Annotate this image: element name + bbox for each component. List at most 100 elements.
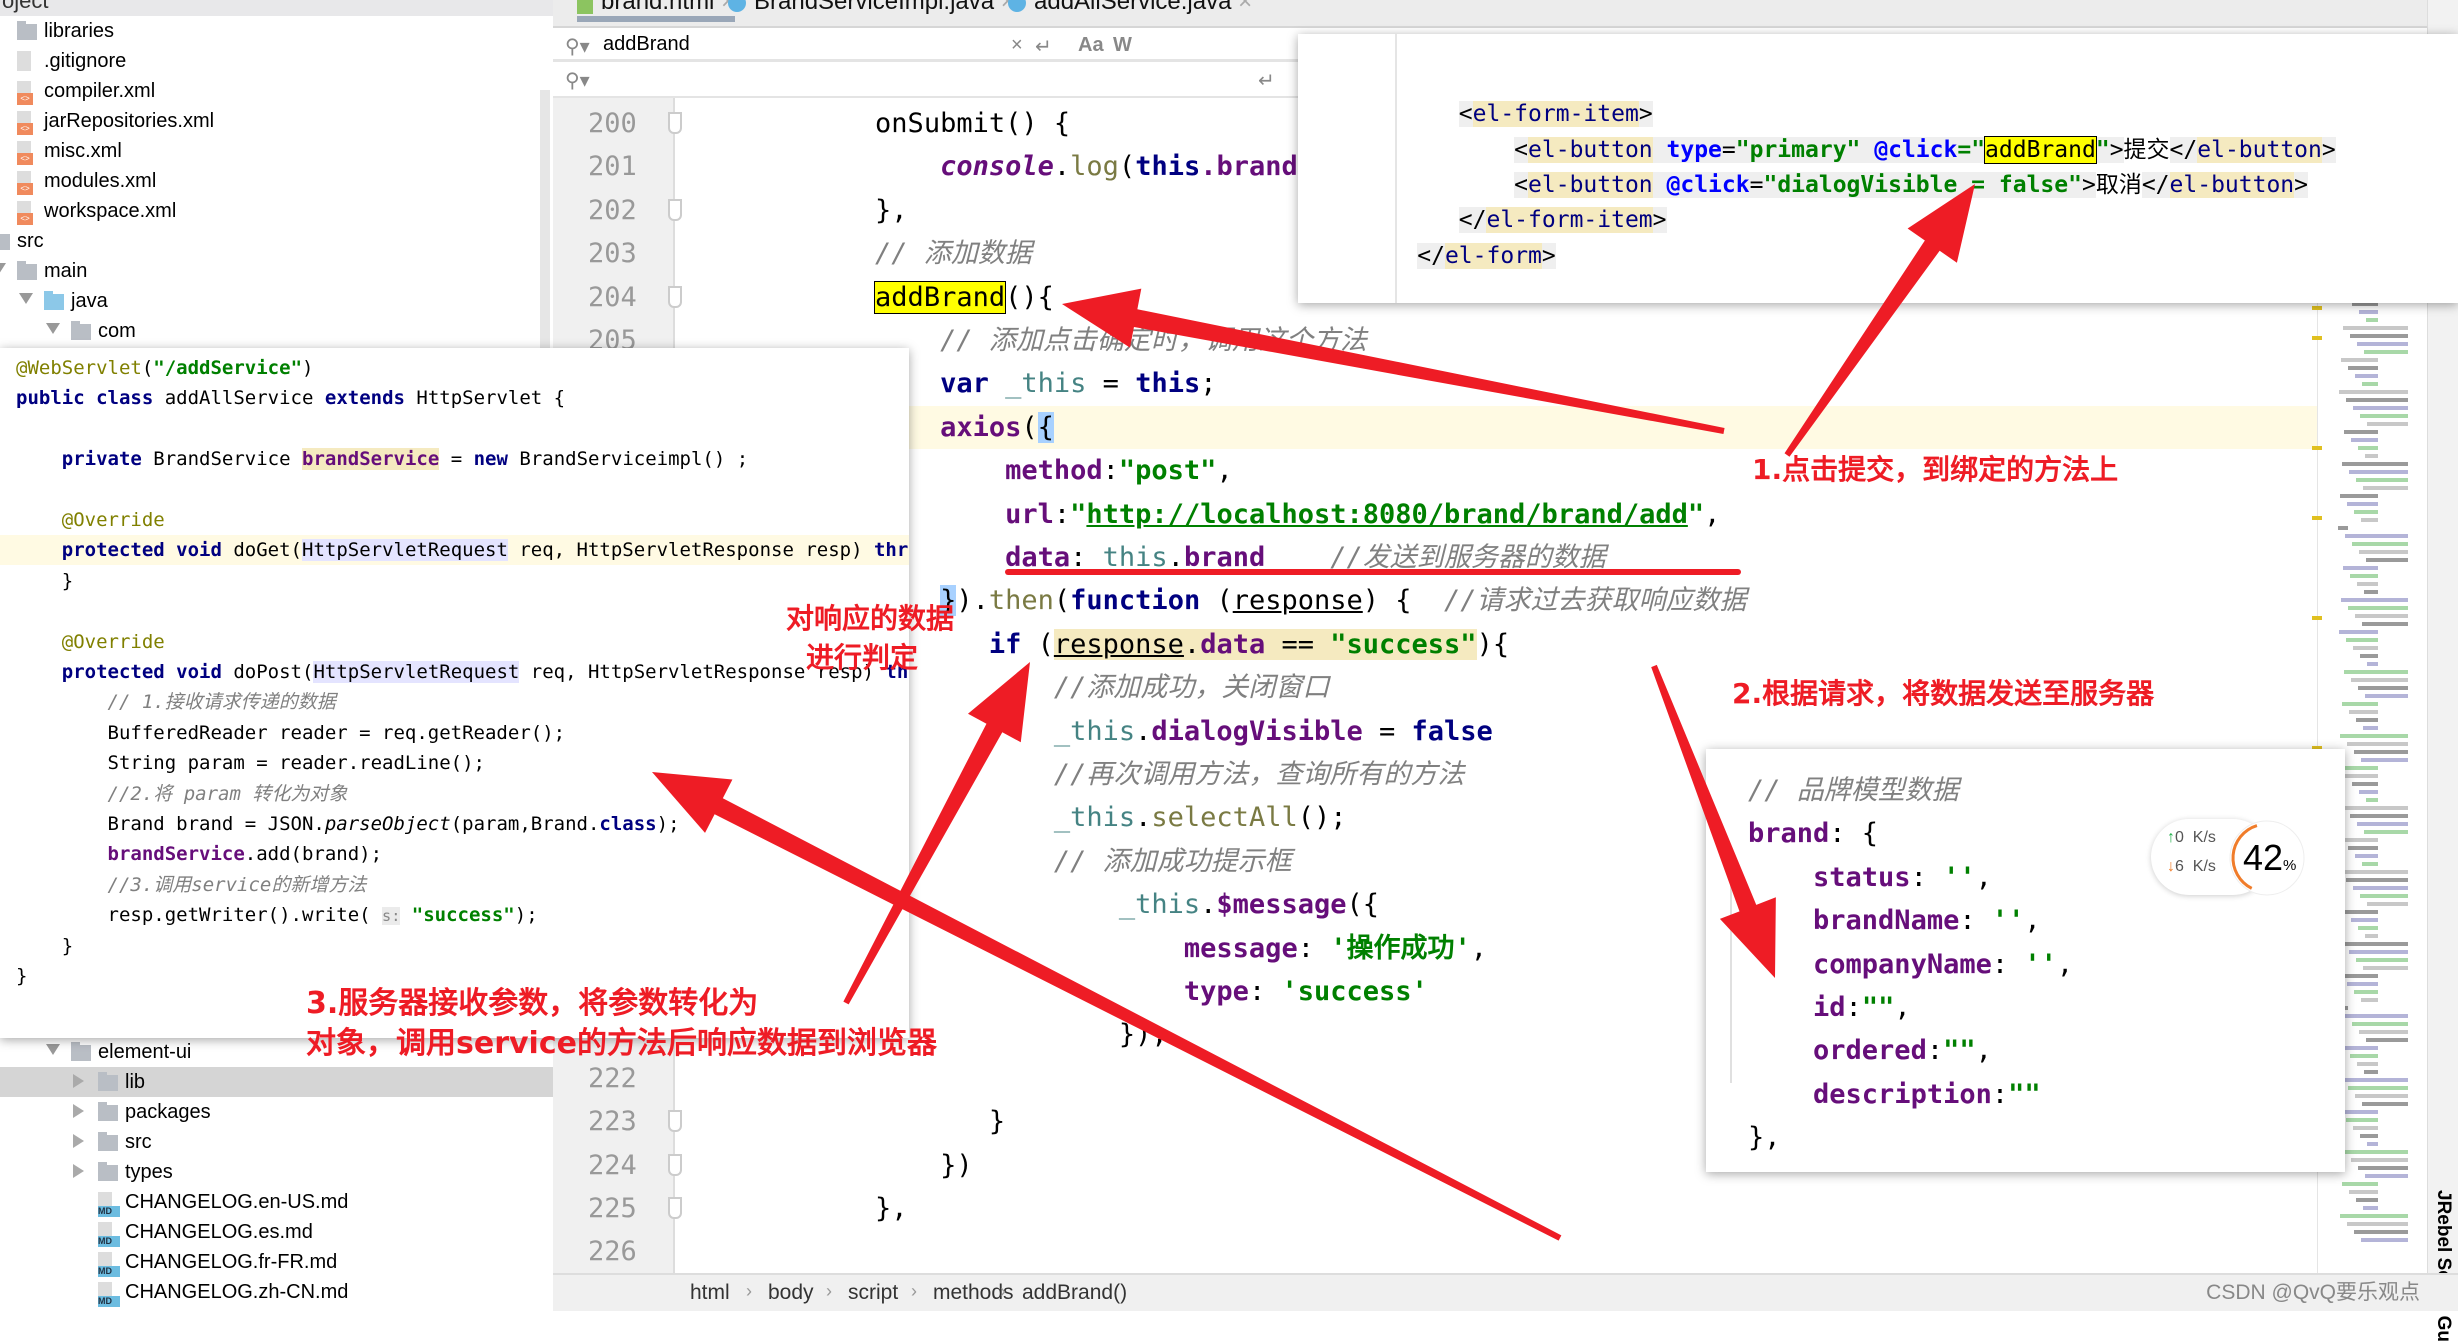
code-token: method <box>1005 455 1103 487</box>
tree-item-label: types <box>125 1161 173 1183</box>
breadcrumb-item[interactable]: body <box>768 1281 814 1305</box>
expand-arrow-icon[interactable] <box>19 293 33 304</box>
minimap-line <box>2365 694 2408 698</box>
jrebel-setup-label[interactable]: JRebel Setup Gu <box>2432 1190 2454 1342</box>
code-line: // 品牌模型数据 <box>1748 769 2345 812</box>
tree-item[interactable]: .gitignore <box>0 46 553 76</box>
tree-item[interactable]: libraries <box>0 16 553 46</box>
match-case-button[interactable]: Aa <box>1078 34 1104 57</box>
folder-icon <box>71 1042 91 1061</box>
minimap-line <box>2362 1102 2408 1106</box>
tree-item[interactable]: modules.xml <box>0 166 553 196</box>
tree-item[interactable]: lib <box>0 1067 553 1097</box>
code-token: this <box>1135 368 1201 400</box>
minimap-line <box>2360 654 2378 658</box>
tree-item[interactable]: compiler.xml <box>0 76 553 106</box>
minimap-line <box>2359 550 2408 554</box>
code-token: $message <box>1216 889 1347 921</box>
collapse-arrow-icon[interactable] <box>73 1164 84 1178</box>
breadcrumb-item[interactable]: addBrand() <box>1022 1281 1127 1305</box>
code-token: </ <box>1458 207 1487 234</box>
tab-brandserviceimpl-java[interactable]: BrandServiceImpl.java × <box>728 0 1015 16</box>
code-line: String param = reader.readLine(); <box>0 748 909 778</box>
code-token: //请求过去获取响应数据 <box>1444 585 1747 617</box>
tree-item[interactable]: main <box>0 256 553 286</box>
tab-addallservice-java[interactable]: addAllService.java × <box>1008 0 1252 16</box>
expand-arrow-icon[interactable] <box>46 323 60 334</box>
search-icon[interactable]: ⚲▾ <box>565 68 590 93</box>
scroll-marker <box>2312 446 2322 450</box>
minimap-line <box>2343 326 2408 330</box>
breadcrumb-item[interactable]: script <box>848 1281 898 1305</box>
tree-item[interactable]: CHANGELOG.es.md <box>0 1217 553 1247</box>
folder-icon <box>17 21 37 40</box>
code-token: private <box>61 448 154 471</box>
editor-tabs: brand.html × BrandServiceImpl.java × add… <box>553 0 2458 28</box>
minimap-line <box>2348 846 2378 850</box>
tree-item[interactable]: src <box>0 226 553 256</box>
tree-item[interactable]: misc.xml <box>0 136 553 166</box>
expand-arrow-icon[interactable] <box>0 263 6 274</box>
tree-item[interactable]: java <box>0 286 553 316</box>
code-token: HttpServlet { <box>416 387 566 410</box>
annotation-judge-line1: 对响应的数据 <box>786 602 955 635</box>
new-line-icon[interactable]: ↵ <box>1258 68 1275 93</box>
template-code-screenshot: <el-form-item> <el-button type="primary"… <box>1298 34 2458 303</box>
collapse-arrow-icon[interactable] <box>73 1134 84 1148</box>
code-token: : <box>1102 455 1119 487</box>
breadcrumb-separator-icon: › <box>911 1281 917 1301</box>
minimap-line <box>2366 798 2378 802</box>
code-token: el-button <box>2197 136 2322 163</box>
minimap-line <box>2359 790 2378 794</box>
tree-item[interactable]: src <box>0 1127 553 1157</box>
whole-words-button[interactable]: W <box>1113 34 1132 57</box>
expand-arrow-icon[interactable] <box>46 1044 60 1055</box>
code-token: //发送到服务器的数据 <box>1330 542 1606 573</box>
search-input[interactable]: addBrand <box>603 33 690 56</box>
tree-item[interactable]: jarRepositories.xml <box>0 106 553 136</box>
code-line: //2.将 param 转化为对象 <box>0 779 909 809</box>
code-token: ; <box>1200 368 1217 400</box>
tree-item-label: src <box>125 1131 152 1153</box>
tree-item-label: element-ui <box>98 1041 192 1063</box>
minimap-line <box>2351 918 2378 922</box>
minimap-line <box>2365 1174 2408 1178</box>
tree-item[interactable]: CHANGELOG.en-US.md <box>0 1187 553 1217</box>
breadcrumb-separator-icon: › <box>826 1281 832 1301</box>
minimap-line <box>2356 1198 2378 1202</box>
tree-scrollbar[interactable] <box>540 90 550 350</box>
tree-item-label: CHANGELOG.en-US.md <box>125 1191 349 1213</box>
java-class-icon <box>728 0 746 12</box>
code-token: ); <box>514 904 538 927</box>
clear-search-icon[interactable]: × <box>1011 34 1023 57</box>
code-token: } <box>16 965 28 987</box>
close-tab-icon[interactable]: × <box>1238 0 1252 15</box>
minimap-line <box>2342 1182 2378 1186</box>
minimap-line <box>2357 342 2408 346</box>
minimap-line <box>2350 814 2408 818</box>
breadcrumb-item[interactable]: html <box>690 1281 730 1305</box>
code-token: : <box>1959 905 1992 937</box>
code-token: doGet( <box>233 539 302 562</box>
code-line: <el-button @click="dialogVisible = false… <box>1348 168 2309 203</box>
minimap-line <box>2365 934 2378 938</box>
tree-item[interactable]: CHANGELOG.zh-CN.md <box>0 1277 553 1307</box>
tree-item[interactable]: packages <box>0 1097 553 1127</box>
code-token: _this <box>1005 368 1087 400</box>
new-line-icon[interactable]: ↵ <box>1035 34 1052 59</box>
tree-item[interactable]: types <box>0 1157 553 1187</box>
tree-item[interactable]: workspace.xml <box>0 196 553 226</box>
tab-brand-html[interactable]: brand.html × <box>577 0 736 22</box>
search-icon[interactable]: ⚲▾ <box>565 34 590 59</box>
collapse-arrow-icon[interactable] <box>73 1104 84 1118</box>
minimap-line <box>2358 926 2378 930</box>
tree-item[interactable]: CHANGELOG.fr-FR.md <box>0 1247 553 1277</box>
code-token: , <box>1975 861 1992 893</box>
tree-item[interactable]: com <box>0 316 553 346</box>
minimap-line <box>2358 446 2378 450</box>
collapse-arrow-icon[interactable] <box>73 1074 84 1088</box>
minimap-line <box>2363 486 2408 490</box>
